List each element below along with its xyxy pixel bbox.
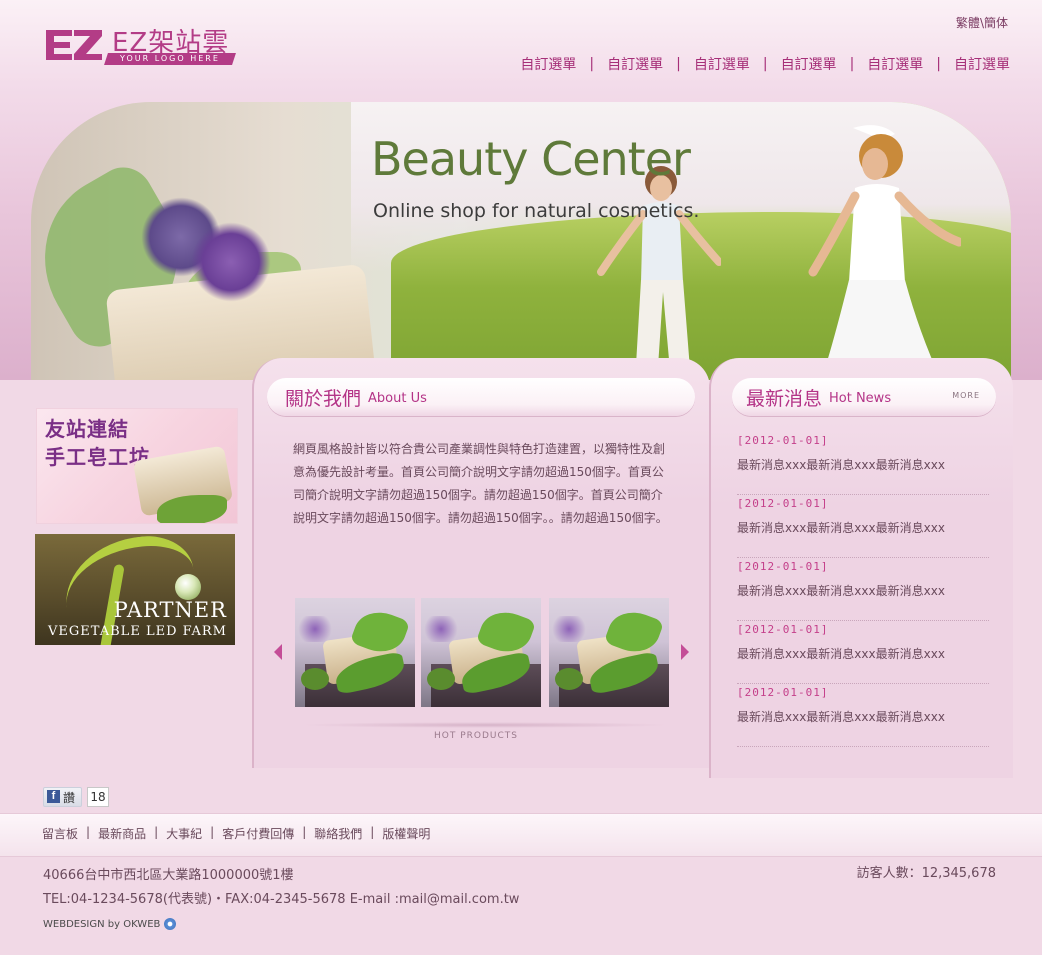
footer-contact: TEL:04-1234-5678(代表號)・FAX:04-2345-5678 E… [43,892,520,907]
news-item[interactable]: [2012-01-01] 最新消息xxx最新消息xxx最新消息xxx [737,495,989,558]
footer-link-contact[interactable]: 聯絡我們 [314,825,362,842]
about-text: 網頁風格設計皆以符合貴公司產業調性與特色打造建置，以獨特性及創意為優先設計考量。… [293,442,668,525]
news-title[interactable]: 最新消息xxx最新消息xxx最新消息xxx [737,456,945,473]
news-list: [2012-01-01] 最新消息xxx最新消息xxx最新消息xxx [2012… [737,432,989,747]
water-drop-image [175,574,201,600]
partner-subtitle: VEGETABLE LED FARM [48,624,227,639]
nav-item-2[interactable]: 自訂選單 [607,54,663,74]
product-flower [549,616,589,642]
footer-link-copyright[interactable]: 版權聲明 [382,825,430,842]
footer-links: 留言板 | 最新商品 | 大事紀 | 客戶付費回傳 | 聯絡我們 | 版權聲明 [42,825,430,842]
news-item[interactable]: [2012-01-01] 最新消息xxx最新消息xxx最新消息xxx [737,684,989,747]
logo[interactable]: EZ架站雲 YOUR LOGO HERE [42,24,242,68]
footer-link-separator: | [86,825,91,839]
hero-banner: Beauty Center Online shop for natural co… [31,102,1011,380]
news-more-link[interactable]: MORE [952,391,980,400]
webdesign-credit-text: WEBDESIGN by OKWEB [43,918,161,930]
carousel-prev-arrow-icon[interactable] [274,644,282,660]
footer-address: 40666台中市西北區大業路1000000號1樓 [43,868,294,883]
nav-separator: | [762,56,768,72]
hero-title: Beauty Center [371,132,691,186]
hero-woman-running-2 [808,125,961,380]
about-title-cn: 關於我們 [285,388,362,410]
carousel-shadow [300,722,670,728]
footer-link-separator: | [370,825,375,839]
okweb-logo-icon [164,918,177,930]
product-thumbnail[interactable] [549,598,669,707]
facebook-icon: f [47,790,60,803]
logo-tagline: YOUR LOGO HERE [104,53,236,65]
lang-simplified-link[interactable]: 簡体 [984,16,1008,30]
nav-item-1[interactable]: 自訂選單 [520,54,576,74]
news-title[interactable]: 最新消息xxx最新消息xxx最新消息xxx [737,519,945,536]
product-fruit [427,668,455,690]
product-thumbnail[interactable] [295,598,415,707]
hero-subtitle: Online shop for natural cosmetics. [373,200,700,222]
news-date: [2012-01-01] [737,623,829,636]
news-title[interactable]: 最新消息xxx最新消息xxx最新消息xxx [737,582,945,599]
lang-traditional-link[interactable]: 繁體 [956,16,980,30]
news-item[interactable]: [2012-01-01] 最新消息xxx最新消息xxx最新消息xxx [737,558,989,621]
hero-flower [191,222,271,302]
footer-link-separator: | [154,825,159,839]
product-fruit [301,668,329,690]
nav-separator: | [589,56,595,72]
sidebar-banner-line: 友站連結 [45,417,129,441]
footer-link-separator: | [210,825,215,839]
nav-separator: | [676,56,681,72]
carousel-next-arrow-icon[interactable] [681,644,689,660]
nav-separator: | [849,56,855,72]
partner-title: PARTNER [113,598,227,622]
news-header: 最新消息 Hot News MORE [732,378,996,416]
news-title[interactable]: 最新消息xxx最新消息xxx最新消息xxx [737,645,945,662]
hero-woman-running-1 [597,166,721,380]
hot-products-label: HOT PRODUCTS [434,731,518,741]
webdesign-credit[interactable]: WEBDESIGN by OKWEB [43,918,177,930]
about-header: 關於我們 About Us [267,378,695,416]
footer-link-milestones[interactable]: 大事紀 [166,825,202,842]
main-nav: 自訂選單 | 自訂選單 | 自訂選單 | 自訂選單 | 自訂選單 | 自訂選單 [520,54,1010,74]
like-label: 讚 [63,791,76,805]
footer-link-separator: | [302,825,307,839]
product-flower [295,616,335,642]
news-date: [2012-01-01] [737,560,829,573]
visitor-counter: 訪客人數：12,345,678 [856,866,996,881]
product-flower [421,616,461,642]
language-switcher: 繁體\簡体 [956,14,1008,31]
about-title-en: About Us [368,391,427,406]
news-date: [2012-01-01] [737,497,829,510]
footer-link-payment-return[interactable]: 客戶付費回傳 [222,825,294,842]
nav-item-4[interactable]: 自訂選單 [781,54,837,74]
product-fruit [555,668,583,690]
footer-link-guestbook[interactable]: 留言板 [42,825,78,842]
news-title-en: Hot News [829,391,892,406]
ez-logo-icon [46,30,102,60]
news-item[interactable]: [2012-01-01] 最新消息xxx最新消息xxx最新消息xxx [737,621,989,684]
nav-item-6[interactable]: 自訂選單 [954,54,1010,74]
news-date: [2012-01-01] [737,686,829,699]
sidebar-banner-soap-workshop[interactable]: 友站連結 手工皂工坊 [36,408,238,524]
nav-separator: | [936,56,941,72]
nav-item-5[interactable]: 自訂選單 [867,54,923,74]
news-title-cn: 最新消息 [746,388,823,410]
footer-link-new-products[interactable]: 最新商品 [98,825,146,842]
news-date: [2012-01-01] [737,434,829,447]
like-count: 18 [87,787,109,807]
nav-item-3[interactable]: 自訂選單 [694,54,750,74]
product-thumbnail[interactable] [421,598,541,707]
news-title[interactable]: 最新消息xxx最新消息xxx最新消息xxx [737,708,945,725]
news-item[interactable]: [2012-01-01] 最新消息xxx最新消息xxx最新消息xxx [737,432,989,495]
facebook-like-button[interactable]: f 讚 [43,787,82,807]
sidebar-banner-partner[interactable]: PARTNER VEGETABLE LED FARM [35,534,235,645]
